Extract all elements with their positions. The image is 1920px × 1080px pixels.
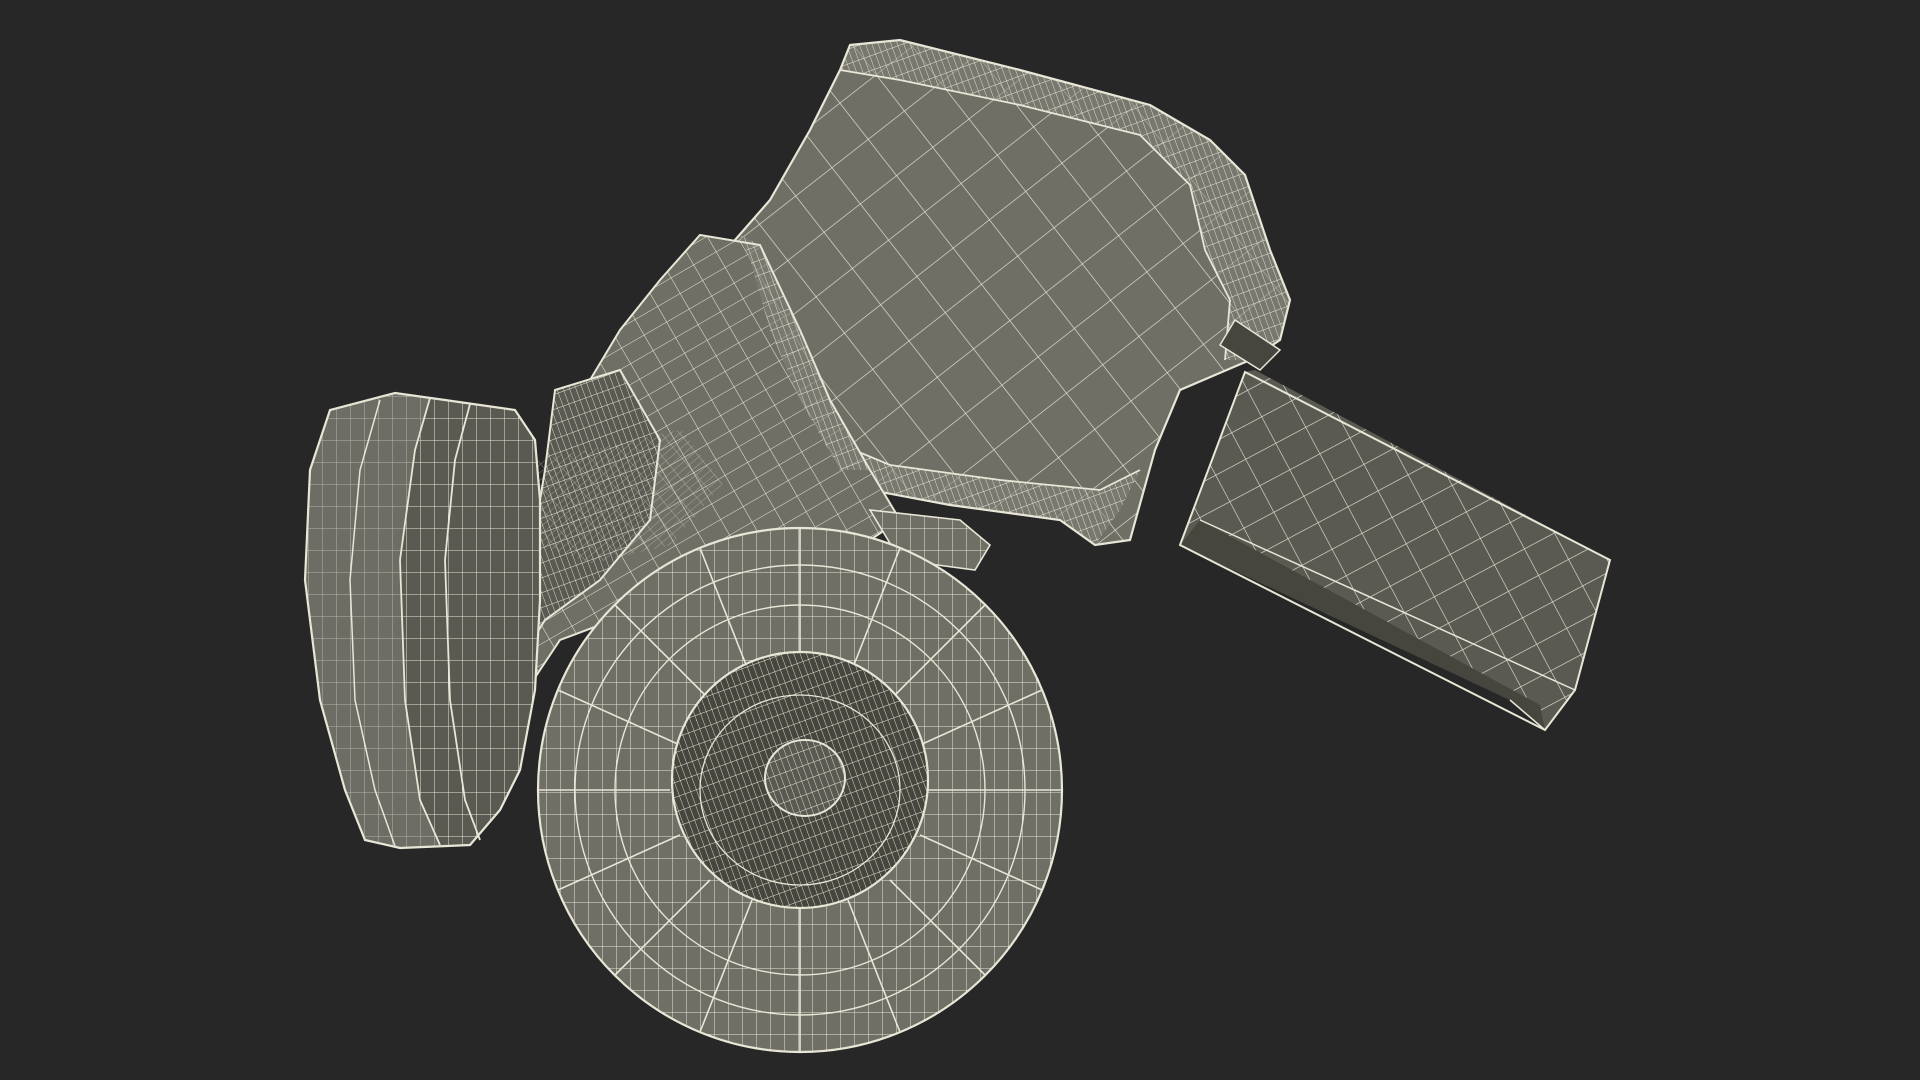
right-filter-cartridge — [536, 526, 1064, 1054]
render-viewport[interactable] — [0, 0, 1920, 1080]
head-strap — [1178, 370, 1612, 732]
respirator-mask-wireframe-render — [303, 38, 1612, 1054]
left-filter-cartridge — [303, 391, 542, 850]
